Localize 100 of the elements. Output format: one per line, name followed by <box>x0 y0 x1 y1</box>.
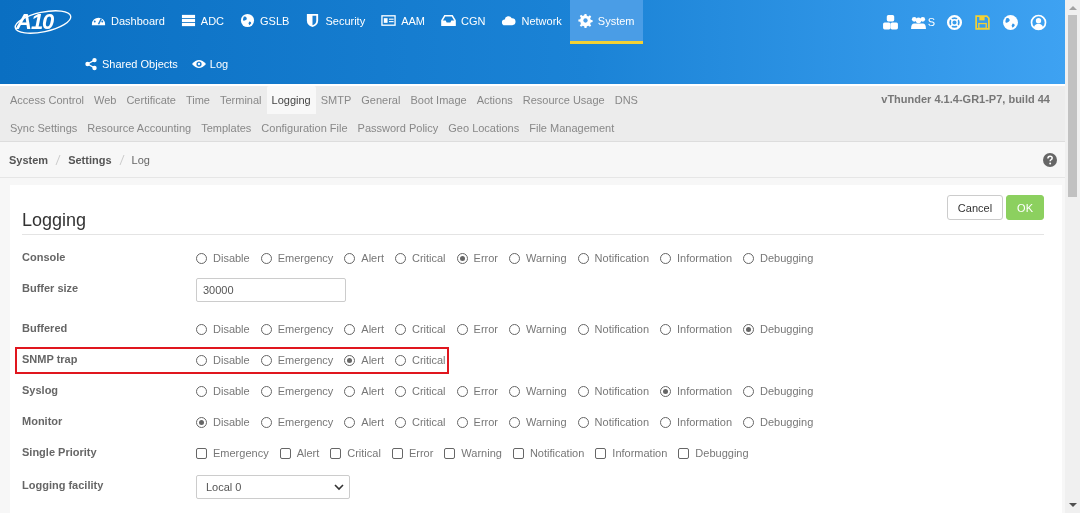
nav-item[interactable]: AAM <box>373 0 433 44</box>
radio-button[interactable] <box>660 417 671 428</box>
settings-tab[interactable]: SMTP <box>315 88 357 112</box>
option-label: Information <box>677 415 733 430</box>
settings-tab[interactable]: Time <box>180 88 215 112</box>
checkbox[interactable] <box>512 448 524 459</box>
radio-button[interactable] <box>394 386 406 397</box>
radio-button[interactable] <box>344 386 356 397</box>
radio-button[interactable] <box>260 386 272 397</box>
settings-tab[interactable]: Password Policy <box>352 115 444 140</box>
radio-button[interactable] <box>196 386 207 397</box>
radio-button[interactable] <box>660 324 671 335</box>
dropdown[interactable]: Local 0 <box>196 475 350 499</box>
radio-button[interactable] <box>260 253 272 264</box>
radio-button[interactable] <box>743 253 755 264</box>
radio-button[interactable] <box>196 355 207 366</box>
radio-button[interactable] <box>509 253 521 264</box>
radio-button[interactable] <box>577 324 589 335</box>
toolbar-button[interactable]: S <box>909 12 935 32</box>
radio-button[interactable] <box>577 253 589 264</box>
option-label: Information <box>677 251 733 266</box>
radio-button[interactable] <box>196 417 207 428</box>
radio-button[interactable] <box>456 253 468 264</box>
option-label: Warning <box>461 446 502 461</box>
nav-item[interactable]: ADC <box>172 0 233 44</box>
radio-button[interactable] <box>743 324 755 335</box>
settings-tab[interactable]: General <box>356 88 406 112</box>
radio-button[interactable] <box>509 417 521 428</box>
settings-tab[interactable]: Boot Image <box>405 88 472 112</box>
radio-button[interactable] <box>394 355 406 366</box>
radio-button[interactable] <box>456 324 468 335</box>
option-label: Alert <box>361 322 384 337</box>
settings-tab[interactable]: Web <box>89 88 122 112</box>
option-label: Debugging <box>695 446 749 461</box>
cancel-button[interactable]: Cancel <box>946 195 1004 220</box>
radio-button[interactable] <box>344 417 356 428</box>
radio-button[interactable] <box>660 386 671 397</box>
radio-button[interactable] <box>509 386 521 397</box>
settings-tab[interactable]: File Management <box>524 115 620 140</box>
radio-button[interactable] <box>260 355 272 366</box>
radio-button[interactable] <box>260 324 272 335</box>
settings-tab[interactable]: DNS <box>609 88 643 112</box>
option-label: Critical <box>411 384 446 399</box>
option-label: Error <box>408 446 434 461</box>
toolbar-button[interactable] <box>1002 12 1019 32</box>
nav-item[interactable]: CGN <box>433 0 494 44</box>
settings-tab[interactable]: Resource Usage <box>517 88 610 112</box>
subnav-item[interactable]: Shared Objects <box>84 56 178 71</box>
settings-tab[interactable]: Resource Accounting <box>82 115 197 140</box>
nav-item[interactable]: Network <box>493 0 570 44</box>
subnav-item[interactable]: Log <box>191 56 229 71</box>
radio-button[interactable] <box>509 324 521 335</box>
settings-tab[interactable]: Logging <box>266 86 316 114</box>
radio-button[interactable] <box>344 324 356 335</box>
radio-button[interactable] <box>394 417 406 428</box>
ok-button[interactable]: OK <box>1006 195 1044 220</box>
radio-button[interactable] <box>344 355 356 366</box>
breadcrumb-item[interactable]: System <box>9 153 49 166</box>
breadcrumb-item[interactable]: Settings <box>68 153 112 166</box>
option-label: Alert <box>296 446 320 461</box>
toolbar-button[interactable] <box>946 12 963 32</box>
radio-button[interactable] <box>456 386 468 397</box>
settings-tab[interactable]: Templates <box>196 115 257 140</box>
radio-button[interactable] <box>660 253 671 264</box>
radio-button[interactable] <box>196 324 207 335</box>
checkbox[interactable] <box>330 448 342 459</box>
checkbox[interactable] <box>279 448 291 459</box>
settings-tab[interactable]: Geo Locations <box>443 115 525 140</box>
toolbar-button[interactable] <box>1030 12 1047 32</box>
settings-tab[interactable]: Configuration File <box>256 115 353 140</box>
checkbox[interactable] <box>391 448 403 459</box>
radio-button[interactable] <box>743 417 755 428</box>
radio-button[interactable] <box>743 386 755 397</box>
radio-button[interactable] <box>577 386 589 397</box>
option-label: Notification <box>594 322 649 337</box>
radio-button[interactable] <box>344 253 356 264</box>
radio-button[interactable] <box>394 324 406 335</box>
nav-item[interactable]: Dashboard <box>83 0 173 44</box>
checkbox[interactable] <box>196 448 207 459</box>
radio-button[interactable] <box>260 417 272 428</box>
checkbox[interactable] <box>444 448 456 459</box>
settings-tab[interactable]: Sync Settings <box>5 115 83 140</box>
nav-item[interactable]: Security <box>297 0 374 44</box>
settings-tab[interactable]: Actions <box>471 88 518 112</box>
settings-tab[interactable]: Access Control <box>5 88 89 112</box>
option-label: Error <box>473 415 499 430</box>
checkbox[interactable] <box>678 448 690 459</box>
settings-tab[interactable]: Terminal <box>215 88 267 112</box>
toolbar-button[interactable] <box>881 12 899 32</box>
option-label: Critical <box>411 353 446 368</box>
radio-button[interactable] <box>394 253 406 264</box>
settings-tab[interactable]: Certificate <box>121 88 181 112</box>
radio-button[interactable] <box>456 417 468 428</box>
radio-button[interactable] <box>196 253 207 264</box>
input-field[interactable]: 30000 <box>196 278 346 302</box>
nav-item[interactable]: GSLB <box>232 0 298 44</box>
nav-item[interactable]: System <box>569 0 643 44</box>
field-label: Console <box>22 250 67 265</box>
checkbox[interactable] <box>595 448 607 459</box>
radio-button[interactable] <box>577 417 589 428</box>
